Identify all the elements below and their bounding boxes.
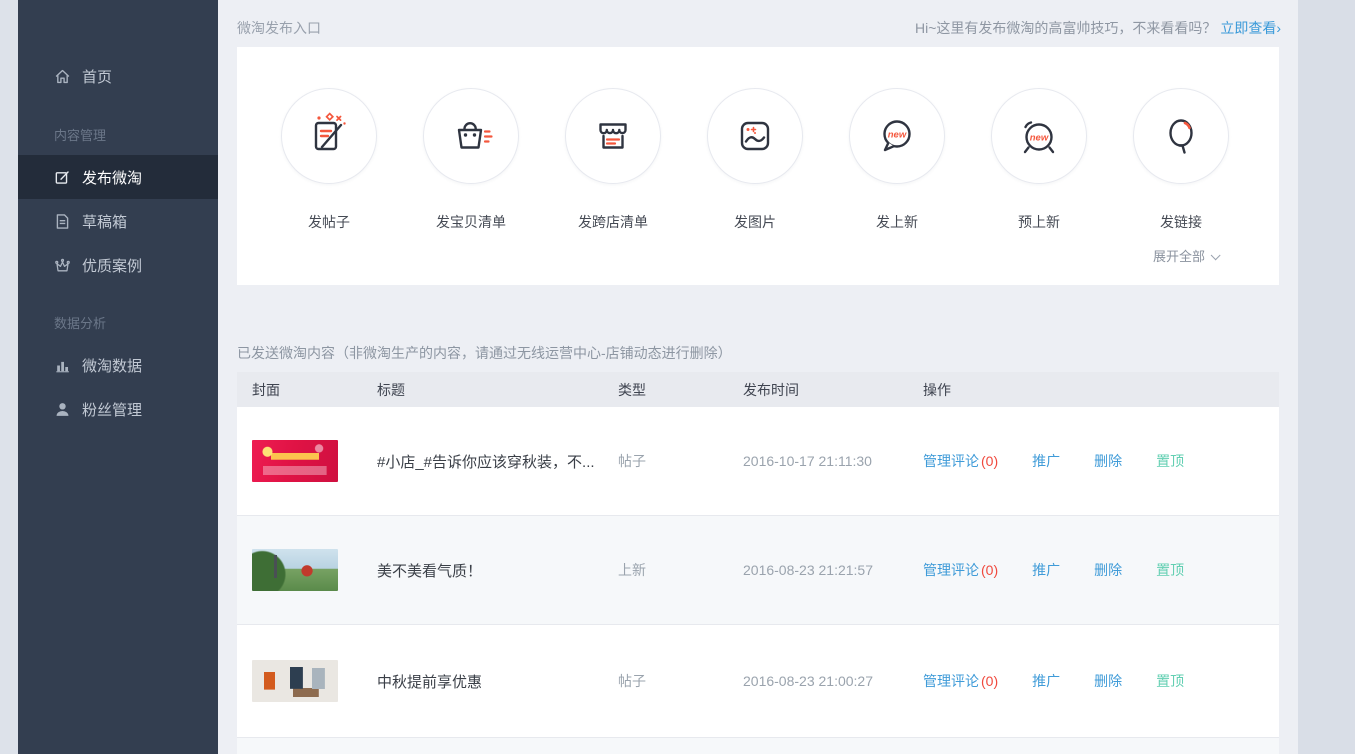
- delete-link[interactable]: 删除: [1094, 560, 1122, 580]
- user-icon: [54, 401, 71, 418]
- col-header-cover: 封面: [237, 380, 362, 400]
- page-title: 微淘发布入口: [237, 18, 321, 38]
- table-row: 美不美看气质！ 上新 2016-08-23 21:21:57 管理评论(0) 推…: [237, 516, 1279, 625]
- chevron-down-icon: [1211, 250, 1221, 260]
- crown-icon: [54, 257, 71, 274]
- entry-label: 发图片: [684, 212, 826, 232]
- post-type: 上新: [603, 560, 728, 580]
- row-actions: 管理评论(0) 推广 删除 置顶: [908, 451, 1279, 471]
- sidebar-item-fans[interactable]: 粉丝管理: [18, 387, 218, 431]
- entry-post[interactable]: 发帖子: [258, 88, 400, 232]
- promo-link[interactable]: 立即查看: [1220, 20, 1276, 36]
- comment-count: (0): [981, 562, 998, 578]
- left-gutter: [0, 0, 18, 754]
- sent-content-table: 封面 标题 类型 发布时间 操作 #小店_#告诉你应该穿秋装，不... 帖子 2…: [237, 372, 1279, 754]
- balloon-icon: [1133, 88, 1229, 184]
- manage-comments-link[interactable]: 管理评论(0): [923, 671, 998, 691]
- sidebar-item-label: 优质案例: [82, 255, 142, 276]
- entry-label: 发宝贝清单: [400, 212, 542, 232]
- chevron-right-icon: ›: [1276, 20, 1281, 36]
- post-title: 中秋提前享优惠: [362, 671, 603, 692]
- publish-entry-panel: 发帖子 发宝贝清单: [237, 47, 1279, 285]
- post-type: 帖子: [603, 451, 728, 471]
- promo-text: Hi~这里有发布微淘的高富帅技巧，不来看看吗？: [915, 20, 1216, 36]
- table-row: #小店_#告诉你应该穿秋装，不... 帖子 2016-10-17 21:11:3…: [237, 407, 1279, 516]
- post-title: #小店_#告诉你应该穿秋装，不...: [362, 451, 603, 472]
- storefront-icon: [565, 88, 661, 184]
- weitao-admin-app: 首页 内容管理 发布微淘 草稿箱 优质案例 数据分析 微淘数: [0, 0, 1355, 754]
- edit-icon: [54, 169, 71, 186]
- entry-link[interactable]: 发链接: [1110, 88, 1252, 232]
- entry-item-list[interactable]: 发宝贝清单: [400, 88, 542, 232]
- entry-label: 预上新: [968, 212, 1110, 232]
- comment-count: (0): [981, 453, 998, 469]
- promote-link[interactable]: 推广: [1032, 560, 1060, 580]
- entry-images[interactable]: 发图片: [684, 88, 826, 232]
- comment-count: (0): [981, 673, 998, 689]
- sidebar-item-label: 粉丝管理: [82, 399, 142, 420]
- col-header-time: 发布时间: [728, 380, 908, 400]
- sidebar-section-data-analysis: 数据分析: [54, 313, 214, 332]
- sidebar: 首页 内容管理 发布微淘 草稿箱 优质案例 数据分析 微淘数: [18, 0, 218, 754]
- entry-label: 发跨店清单: [542, 212, 684, 232]
- entry-cross-store-list[interactable]: 发跨店清单: [542, 88, 684, 232]
- alarm-clock-new-icon: new: [991, 88, 1087, 184]
- delete-link[interactable]: 删除: [1094, 671, 1122, 691]
- cover-thumbnail: [252, 549, 338, 591]
- sidebar-item-label: 首页: [82, 66, 112, 87]
- pin-to-top-link[interactable]: 置顶: [1156, 560, 1184, 580]
- pin-to-top-link[interactable]: 置顶: [1156, 671, 1184, 691]
- sidebar-item-drafts[interactable]: 草稿箱: [18, 199, 218, 243]
- expand-all-button[interactable]: 展开全部: [1153, 246, 1217, 265]
- publish-time: 2016-08-23 21:21:57: [728, 562, 908, 578]
- entry-new-arrival[interactable]: new 发上新: [826, 88, 968, 232]
- promote-link[interactable]: 推广: [1032, 451, 1060, 471]
- cover-thumbnail: [252, 440, 338, 482]
- sidebar-item-label: 发布微淘: [82, 167, 142, 188]
- sent-content-title: 已发送微淘内容（非微淘生产的内容，请通过无线运营中心-店铺动态进行删除）: [237, 343, 732, 363]
- manage-comments-link[interactable]: 管理评论(0): [923, 560, 998, 580]
- entry-label: 发帖子: [258, 212, 400, 232]
- delete-link[interactable]: 删除: [1094, 451, 1122, 471]
- svg-text:new: new: [888, 130, 907, 141]
- sidebar-item-weitao-data[interactable]: 微淘数据: [18, 343, 218, 387]
- bar-chart-icon: [54, 357, 71, 374]
- sidebar-item-label: 微淘数据: [82, 355, 142, 376]
- entry-label: 发上新: [826, 212, 968, 232]
- promote-link[interactable]: 推广: [1032, 671, 1060, 691]
- table-header: 封面 标题 类型 发布时间 操作: [237, 372, 1279, 407]
- col-header-actions: 操作: [908, 380, 1279, 400]
- sidebar-item-publish-weitao[interactable]: 发布微淘: [18, 155, 218, 199]
- table-row: 中秋提前享优惠 帖子 2016-08-23 21:00:27 管理评论(0) 推…: [237, 625, 1279, 738]
- sidebar-item-home[interactable]: 首页: [18, 54, 218, 98]
- sidebar-item-label: 草稿箱: [82, 211, 127, 232]
- speech-bubble-new-icon: new: [849, 88, 945, 184]
- entry-pre-new[interactable]: new 预上新: [968, 88, 1110, 232]
- post-title: 美不美看气质！: [362, 560, 603, 581]
- picture-icon: [707, 88, 803, 184]
- row-actions: 管理评论(0) 推广 删除 置顶: [908, 560, 1279, 580]
- shopping-bag-icon: [423, 88, 519, 184]
- publish-time: 2016-08-23 21:00:27: [728, 673, 908, 689]
- cover-thumbnail: [252, 660, 338, 702]
- entry-label: 发链接: [1110, 212, 1252, 232]
- promo-banner: Hi~这里有发布微淘的高富帅技巧，不来看看吗？ 立即查看›: [915, 18, 1281, 38]
- col-header-title: 标题: [362, 380, 603, 400]
- home-icon: [54, 68, 71, 85]
- sidebar-item-quality-cases[interactable]: 优质案例: [18, 243, 218, 287]
- publish-time: 2016-10-17 21:11:30: [728, 453, 908, 469]
- right-gutter: [1298, 0, 1355, 754]
- row-actions: 管理评论(0) 推广 删除 置顶: [908, 671, 1279, 691]
- post-icon: [281, 88, 377, 184]
- manage-comments-link[interactable]: 管理评论(0): [923, 451, 998, 471]
- post-type: 帖子: [603, 671, 728, 691]
- sidebar-section-content-mgmt: 内容管理: [54, 125, 214, 144]
- document-icon: [54, 213, 71, 230]
- table-row: [237, 738, 1279, 754]
- pin-to-top-link[interactable]: 置顶: [1156, 451, 1184, 471]
- svg-text:new: new: [1030, 133, 1049, 144]
- col-header-type: 类型: [603, 380, 728, 400]
